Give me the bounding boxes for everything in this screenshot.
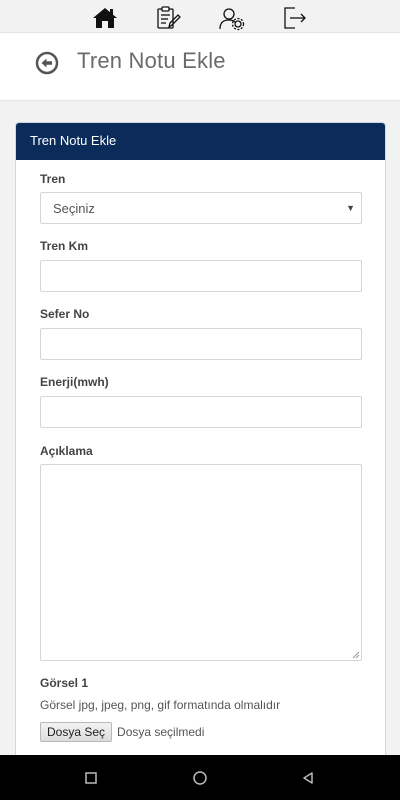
choose-file-button[interactable]: Dosya Seç [40,722,113,742]
description-label: Açıklama [40,444,93,458]
image1-format-hint: Görsel jpg, jpeg, png, gif formatında ol… [40,698,281,712]
home-circle-icon[interactable] [190,768,210,788]
form-card: Tren Notu Ekle Tren Seçiniz ▼ Tren Km Se… [15,122,386,762]
page-title: Tren Notu Ekle [77,48,226,73]
file-picker: Dosya Seç Dosya seçilmedi [40,722,204,742]
user-settings-icon[interactable] [217,4,247,32]
top-nav-bar [0,0,400,33]
file-status-text: Dosya seçilmedi [117,725,205,739]
train-label: Tren [40,172,66,186]
clipboard-edit-icon[interactable] [153,4,183,32]
home-icon[interactable] [90,4,120,32]
train-km-label: Tren Km [40,239,89,253]
back-arrow-icon[interactable] [35,51,59,75]
logout-icon[interactable] [279,4,309,32]
trip-no-input[interactable] [40,328,362,360]
train-km-input[interactable] [40,260,362,292]
page-header: Tren Notu Ekle [0,33,400,101]
dropdown-arrow-icon: ▼ [346,203,355,213]
back-triangle-icon[interactable] [298,768,318,788]
system-nav-bar [0,755,400,800]
train-select-value: Seçiniz [53,200,95,216]
description-textarea[interactable] [40,464,362,661]
image1-label: Görsel 1 [40,676,89,690]
energy-label: Enerji(mwh) [40,375,109,389]
card-title: Tren Notu Ekle [16,123,385,160]
train-select[interactable]: Seçiniz ▼ [40,192,362,224]
recents-square-icon[interactable] [81,768,101,788]
trip-no-label: Sefer No [40,307,90,321]
resize-grip-icon[interactable] [352,651,360,659]
energy-input[interactable] [40,396,362,428]
